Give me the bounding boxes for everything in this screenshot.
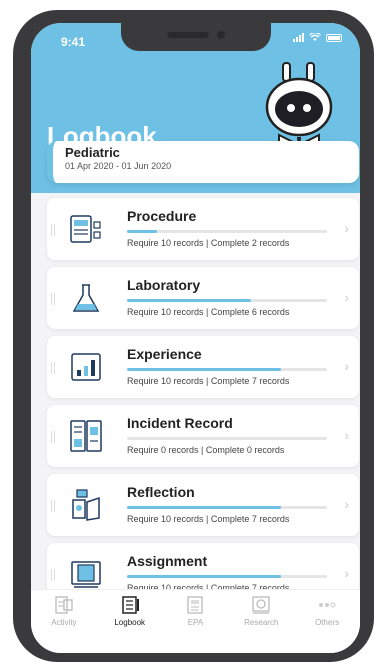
item-title: Incident Record	[127, 415, 233, 431]
logbook-item-experience[interactable]: Experience Require 10 records | Complete…	[47, 336, 359, 398]
item-subtitle: Require 10 records | Complete 6 records	[127, 307, 290, 317]
item-title: Laboratory	[127, 277, 201, 293]
item-subtitle: Require 10 records | Complete 7 records	[127, 376, 290, 386]
epa-icon	[187, 596, 204, 614]
bottom-tab-bar: Activity Logbook EPA Research Others	[31, 589, 360, 653]
camera	[217, 31, 225, 39]
item-title: Experience	[127, 346, 202, 362]
progress-bar	[127, 575, 327, 578]
tab-research[interactable]: Research	[228, 590, 294, 653]
tab-label: Activity	[51, 618, 77, 627]
robot-mascot-icon	[265, 62, 333, 151]
drag-handle-icon[interactable]	[51, 431, 55, 443]
period-card[interactable]: Pediatric 01 Apr 2020 - 01 Jun 2020	[47, 141, 359, 183]
progress-bar	[127, 299, 327, 302]
flask-icon	[72, 284, 100, 312]
item-subtitle: Require 10 records | Complete 2 records	[127, 238, 290, 248]
assignment-icon	[71, 561, 101, 588]
bar-chart-icon	[71, 353, 101, 381]
item-title: Reflection	[127, 484, 195, 500]
progress-fill	[127, 575, 281, 578]
drag-handle-icon[interactable]	[51, 569, 55, 581]
drag-handle-icon[interactable]	[51, 500, 55, 512]
wifi-icon	[309, 33, 321, 41]
tab-label: Research	[244, 618, 279, 627]
item-title: Procedure	[127, 208, 197, 224]
period-name: Pediatric	[65, 145, 120, 160]
tab-logbook[interactable]: Logbook	[97, 590, 163, 653]
item-subtitle: Require 0 records | Complete 0 records	[127, 445, 285, 455]
logbook-list: Procedure Require 10 records | Complete …	[47, 198, 359, 612]
activity-icon	[55, 596, 73, 614]
progress-bar	[127, 437, 327, 440]
app-screen: 9:41 Logbook Pediatric 01 Apr 2020 - 01 …	[31, 23, 360, 653]
status-time: 9:41	[61, 35, 86, 49]
notch	[121, 23, 271, 51]
logbook-item-reflection[interactable]: Reflection Require 10 records | Complete…	[47, 474, 359, 536]
progress-bar	[127, 506, 327, 509]
chevron-right-icon: ›	[344, 289, 349, 305]
logbook-item-incident-record[interactable]: Incident Record Require 0 records | Comp…	[47, 405, 359, 467]
battery-icon	[326, 33, 342, 42]
drag-handle-icon[interactable]	[51, 293, 55, 305]
tab-others[interactable]: Others	[294, 590, 360, 653]
signal-icon	[293, 33, 304, 42]
progress-bar	[127, 230, 327, 233]
drag-handle-icon[interactable]	[51, 362, 55, 374]
progress-bar	[127, 368, 327, 371]
chevron-right-icon: ›	[344, 220, 349, 236]
speaker	[167, 32, 209, 38]
tab-label: Logbook	[114, 618, 146, 627]
tab-activity[interactable]: Activity	[31, 590, 97, 653]
incident-icon	[70, 420, 102, 452]
logbook-icon	[121, 596, 139, 614]
item-subtitle: Require 10 records | Complete 7 records	[127, 514, 290, 524]
progress-fill	[127, 506, 281, 509]
chevron-right-icon: ›	[344, 358, 349, 374]
item-title: Assignment	[127, 553, 208, 569]
chevron-right-icon: ›	[344, 427, 349, 443]
logbook-item-procedure[interactable]: Procedure Require 10 records | Complete …	[47, 198, 359, 260]
research-icon	[252, 596, 270, 614]
status-icons	[293, 33, 342, 42]
period-date-range: 01 Apr 2020 - 01 Jun 2020	[65, 161, 172, 171]
tab-label: EPA	[187, 618, 204, 627]
chevron-right-icon: ›	[344, 496, 349, 512]
tab-epa[interactable]: EPA	[163, 590, 229, 653]
progress-fill	[127, 230, 157, 233]
progress-fill	[127, 299, 251, 302]
reflection-icon	[72, 489, 100, 521]
logbook-item-laboratory[interactable]: Laboratory Require 10 records | Complete…	[47, 267, 359, 329]
chevron-right-icon: ›	[344, 565, 349, 581]
more-icon	[319, 602, 336, 608]
progress-fill	[127, 368, 281, 371]
tab-label: Others	[315, 618, 340, 627]
procedure-icon	[70, 215, 101, 243]
drag-handle-icon[interactable]	[51, 224, 55, 236]
